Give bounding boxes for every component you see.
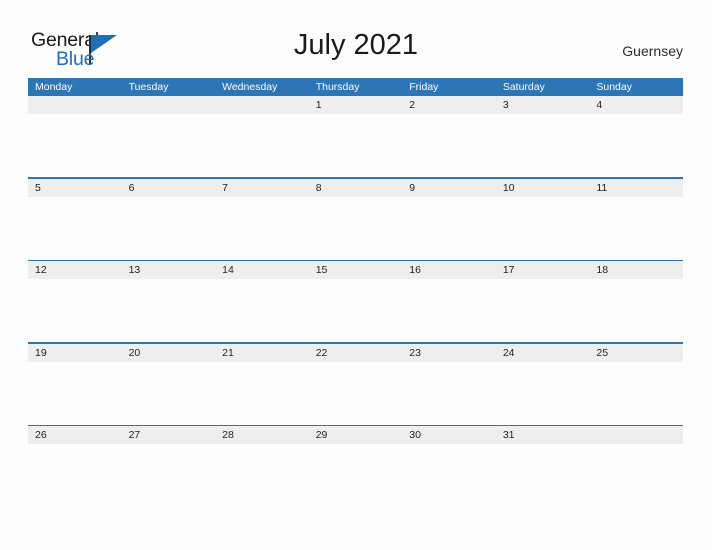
date-number[interactable]: 2 [402,96,496,114]
day-content-cell[interactable] [309,114,403,177]
date-number[interactable]: 1 [309,96,403,114]
date-number[interactable] [122,96,216,114]
day-content-cell[interactable] [28,444,122,507]
date-band: 1 2 3 4 [28,96,683,114]
day-content-cell[interactable] [215,279,309,342]
dow-wednesday: Wednesday [222,81,278,93]
date-number[interactable]: 14 [215,261,309,279]
date-band: 12 13 14 15 16 17 18 [28,261,683,279]
day-content-cell[interactable] [28,279,122,342]
date-number[interactable]: 9 [402,179,496,197]
calendar-week-row: 12 13 14 15 16 17 18 [28,259,683,342]
day-content-cell[interactable] [309,444,403,507]
date-number[interactable]: 29 [309,426,403,444]
day-content-cell[interactable] [496,279,590,342]
page-title: July 2021 [293,29,419,61]
calendar-week-row: 26 27 28 29 30 31 [28,424,683,507]
date-number[interactable]: 5 [28,179,122,197]
date-number[interactable]: 22 [309,344,403,362]
dow-thursday: Thursday [315,81,360,93]
date-number[interactable] [215,96,309,114]
day-content-cell[interactable] [215,197,309,260]
page-header: General Blue July 2021 Guernsey [0,0,712,78]
date-number[interactable]: 25 [589,344,683,362]
date-number[interactable]: 20 [122,344,216,362]
date-number[interactable]: 11 [589,179,683,197]
date-number[interactable]: 8 [309,179,403,197]
day-content-cell[interactable] [589,279,683,342]
date-number[interactable]: 4 [589,96,683,114]
calendar-grid: Monday Tuesday Wednesday Thursday Friday… [28,78,683,507]
day-content-cell[interactable] [122,197,216,260]
date-number[interactable]: 12 [28,261,122,279]
day-content-cell[interactable] [402,279,496,342]
date-number[interactable] [589,426,683,444]
day-content-cell[interactable] [496,197,590,260]
date-number[interactable]: 15 [309,261,403,279]
date-number[interactable]: 16 [402,261,496,279]
date-number[interactable] [28,96,122,114]
day-content-row [28,279,683,342]
day-content-cell[interactable] [589,114,683,177]
date-number[interactable]: 23 [402,344,496,362]
date-band: 26 27 28 29 30 31 [28,426,683,444]
calendar-week-row: 19 20 21 22 23 24 25 [28,342,683,425]
date-number[interactable]: 30 [402,426,496,444]
date-number[interactable]: 24 [496,344,590,362]
day-content-cell[interactable] [28,197,122,260]
date-band: 19 20 21 22 23 24 25 [28,343,683,362]
day-content-cell[interactable] [496,444,590,507]
calendar-week-row: 1 2 3 4 [28,96,683,177]
date-number[interactable]: 28 [215,426,309,444]
day-content-cell[interactable] [309,362,403,425]
day-content-cell[interactable] [589,197,683,260]
day-content-row [28,444,683,507]
date-number[interactable]: 18 [589,261,683,279]
date-number[interactable]: 10 [496,179,590,197]
day-content-cell[interactable] [215,444,309,507]
day-content-cell[interactable] [215,114,309,177]
dow-monday: Monday [35,81,73,93]
day-content-row [28,114,683,177]
calendar-page: General Blue July 2021 Guernsey Monday T… [0,0,712,550]
day-content-cell[interactable] [309,279,403,342]
date-number[interactable]: 13 [122,261,216,279]
dow-sunday: Sunday [596,81,632,93]
date-number[interactable]: 7 [215,179,309,197]
date-number[interactable]: 27 [122,426,216,444]
day-of-week-header: Monday Tuesday Wednesday Thursday Friday… [28,78,683,96]
date-number[interactable]: 17 [496,261,590,279]
day-content-cell[interactable] [496,114,590,177]
date-number[interactable]: 31 [496,426,590,444]
date-number[interactable]: 6 [122,179,216,197]
day-content-cell[interactable] [496,362,590,425]
day-content-row [28,196,683,260]
day-content-cell[interactable] [28,362,122,425]
day-content-cell[interactable] [402,444,496,507]
day-content-cell[interactable] [122,362,216,425]
day-content-cell[interactable] [215,362,309,425]
date-number[interactable]: 26 [28,426,122,444]
date-number[interactable]: 19 [28,344,122,362]
day-content-cell[interactable] [122,444,216,507]
day-content-cell[interactable] [402,362,496,425]
day-content-cell[interactable] [402,197,496,260]
calendar-week-row: 5 6 7 8 9 10 11 [28,177,683,260]
dow-saturday: Saturday [502,81,545,93]
date-number[interactable]: 21 [215,344,309,362]
dow-friday: Friday [409,81,439,93]
date-band: 5 6 7 8 9 10 11 [28,178,683,197]
day-content-cell[interactable] [122,114,216,177]
dow-tuesday: Tuesday [128,81,169,93]
day-content-cell[interactable] [28,114,122,177]
date-number[interactable]: 3 [496,96,590,114]
day-content-row [28,361,683,425]
day-content-cell[interactable] [402,114,496,177]
day-content-cell[interactable] [122,279,216,342]
locale-label: Guernsey [622,43,683,59]
day-content-cell[interactable] [309,197,403,260]
day-content-cell[interactable] [589,444,683,507]
day-content-cell[interactable] [589,362,683,425]
